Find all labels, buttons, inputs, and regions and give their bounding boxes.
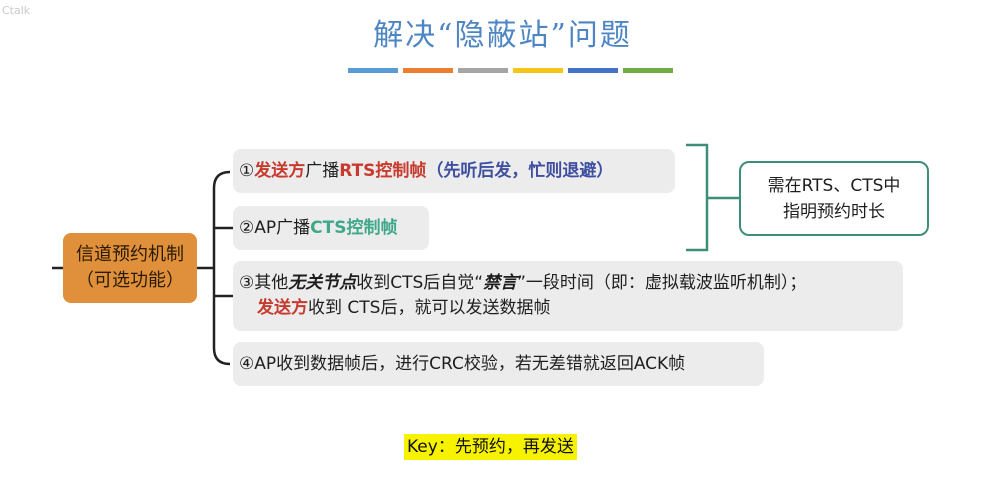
unrelated-stations-label: 无关节点	[288, 273, 357, 293]
duration-note-box: 需在RTS、CTS中 指明预约时长	[739, 161, 929, 236]
step-1-node: ① 发送方 广播 RTS控制帧 （先听后发，忙则退避）	[233, 149, 675, 193]
note-line-2: 指明预约时长	[783, 201, 885, 222]
root-label-line2: （可选功能）	[76, 270, 184, 291]
branch-bracket	[212, 170, 231, 366]
listen-before-send-note: （先听后发，忙则退避）	[426, 161, 614, 181]
right-brace	[686, 143, 709, 252]
step-3-mid: 收到CTS后自觉“	[356, 273, 484, 293]
step-3-line-1: ③其他无关节点收到CTS后自觉“禁言”一段时间（即：虚拟载波监听机制）；	[239, 271, 903, 296]
step-1-number: ①	[239, 161, 255, 181]
step-4-text: ④AP收到数据帧后，进行CRC校验，若无差错就返回ACK帧	[239, 354, 686, 374]
step-3-prefix: 其他	[254, 273, 289, 293]
step-4-node: ④AP收到数据帧后，进行CRC校验，若无差错就返回ACK帧	[233, 342, 764, 386]
sender-label: 发送方	[254, 161, 306, 181]
root-label-line1: 信道预约机制	[76, 244, 184, 265]
sender-label: 发送方	[257, 298, 308, 318]
step-3-line-2-text: 收到 CTS后，就可以发送数据帧	[308, 298, 551, 318]
step-2-number: ②	[239, 218, 255, 238]
step-3-line-2: 发送方收到 CTS后，就可以发送数据帧	[239, 296, 903, 321]
key-highlight: Key：先预约，再发送	[404, 434, 577, 460]
step-1-text: 广播	[305, 161, 340, 181]
silence-label: 禁言	[483, 273, 518, 293]
step-2-text: AP广播	[254, 218, 311, 238]
step-3-number: ③	[239, 273, 255, 293]
root-node: 信道预约机制 （可选功能）	[63, 233, 197, 303]
step-3-rest: ”一段时间（即：虚拟载波监听机制）；	[517, 273, 807, 293]
note-line-1: 需在RTS、CTS中	[767, 175, 901, 196]
step-3-node: ③其他无关节点收到CTS后自觉“禁言”一段时间（即：虚拟载波监听机制）； 发送方…	[233, 261, 903, 331]
rts-frame-label: RTS控制帧	[339, 161, 427, 181]
cts-frame-label: CTS控制帧	[310, 218, 398, 238]
step-2-node: ② AP广播 CTS控制帧	[233, 206, 429, 250]
